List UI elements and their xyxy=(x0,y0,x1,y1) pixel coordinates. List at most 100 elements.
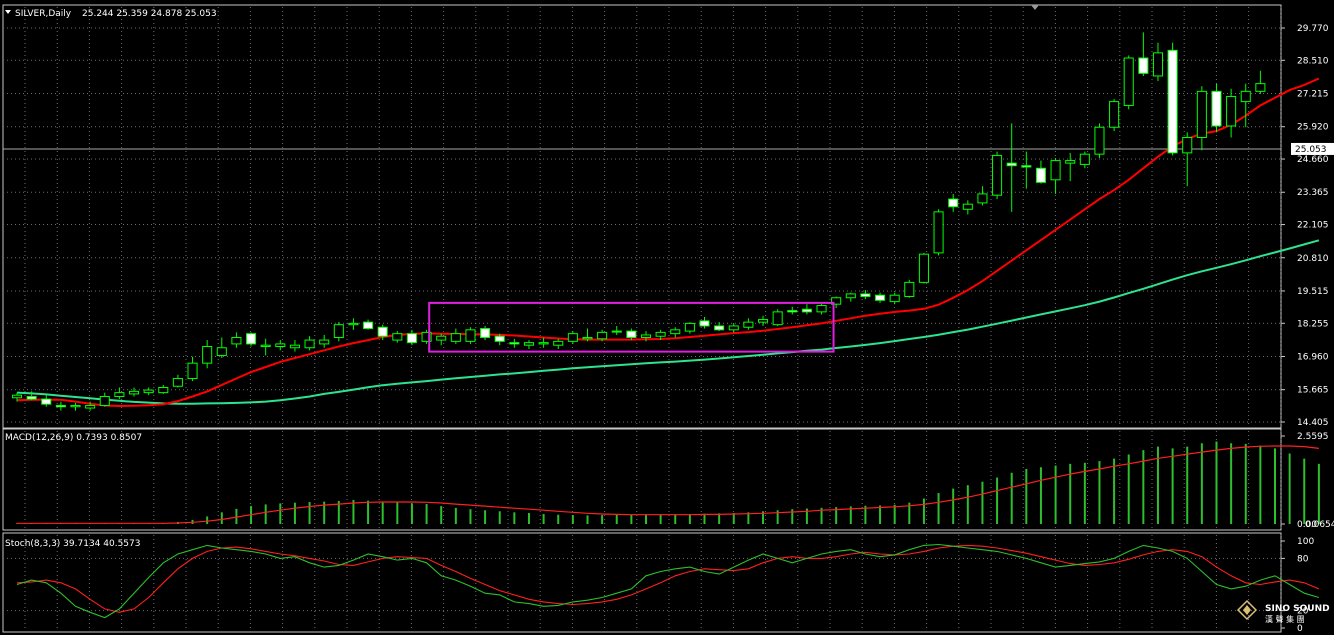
price-axis-label: 24.660 xyxy=(1297,155,1329,165)
candle xyxy=(275,343,286,347)
candle xyxy=(128,390,140,395)
candle xyxy=(377,326,388,337)
candle xyxy=(216,347,227,356)
candle xyxy=(787,310,798,313)
candle xyxy=(392,333,403,341)
candle xyxy=(889,294,900,303)
candle xyxy=(962,203,973,210)
candle xyxy=(977,193,988,204)
price-axis-label: 23.365 xyxy=(1297,188,1329,198)
price-axis-label: 28.510 xyxy=(1297,56,1329,66)
candle xyxy=(1065,160,1076,164)
candle xyxy=(1152,52,1164,77)
candle xyxy=(1196,90,1207,138)
price-axis-label: 19.515 xyxy=(1297,287,1329,297)
candle xyxy=(319,339,330,345)
candle xyxy=(655,331,666,337)
price-axis-label: 14.405 xyxy=(1297,418,1329,428)
candle xyxy=(860,293,871,297)
candle xyxy=(757,319,769,323)
candle xyxy=(684,322,695,332)
current-price-label: 25.053 xyxy=(1295,145,1327,155)
price-axis-label: 29.770 xyxy=(1297,24,1329,34)
candle xyxy=(611,330,622,333)
candle xyxy=(1138,57,1149,74)
price-axis-label: 22.105 xyxy=(1297,221,1329,231)
candle xyxy=(1167,49,1178,154)
candle xyxy=(406,333,417,344)
logo-chinese: 漢 聲 集 團 xyxy=(1265,614,1305,624)
candle xyxy=(85,404,96,409)
candle xyxy=(1006,162,1017,167)
candle xyxy=(114,392,125,397)
price-axis-label: 25.920 xyxy=(1297,123,1329,133)
candle xyxy=(363,321,374,330)
candle xyxy=(670,329,681,335)
macd-title: MACD(12,26,9) 0.7393 0.8507 xyxy=(5,433,142,443)
macd-axis-label: 2.5595 xyxy=(1297,432,1329,442)
candle xyxy=(450,333,461,342)
candle xyxy=(494,335,505,342)
candle xyxy=(743,321,754,328)
candle xyxy=(41,398,52,405)
candle xyxy=(333,324,344,339)
candle xyxy=(626,330,637,339)
candle xyxy=(26,395,37,400)
candle xyxy=(640,334,652,339)
candle xyxy=(875,294,886,301)
candle xyxy=(1094,126,1105,155)
candle xyxy=(1240,90,1251,103)
candle xyxy=(99,395,110,406)
candle xyxy=(1123,57,1134,106)
candle xyxy=(55,404,66,408)
logo-name: SINO SOUND xyxy=(1265,604,1330,614)
stoch-axis-label: 0 xyxy=(1297,624,1303,634)
candle xyxy=(260,344,271,347)
candle xyxy=(538,342,549,345)
candle xyxy=(231,337,242,345)
candle xyxy=(918,253,929,283)
candle xyxy=(172,378,183,387)
candle xyxy=(772,311,783,326)
candle xyxy=(1035,167,1046,183)
candle xyxy=(1021,165,1032,168)
candle xyxy=(523,342,535,346)
symbol-label: SILVER,Daily xyxy=(15,9,72,19)
candle xyxy=(143,389,154,394)
candle xyxy=(1050,160,1061,181)
candle xyxy=(1079,153,1090,165)
price-axis-label: 27.215 xyxy=(1297,90,1329,100)
candle xyxy=(348,322,359,326)
candle xyxy=(70,404,81,408)
candle xyxy=(1182,136,1193,154)
candle xyxy=(1211,90,1222,127)
candle xyxy=(304,339,315,349)
candle xyxy=(582,337,593,340)
stoch-axis-label: 80 xyxy=(1297,554,1309,564)
ohlc-readout: 25.244 25.359 24.878 25.053 xyxy=(82,9,217,19)
candle xyxy=(992,154,1003,196)
candle xyxy=(728,325,739,331)
stoch-axis-label: 100 xyxy=(1297,537,1314,547)
candle xyxy=(553,340,564,346)
macd-axis-label-extra: 0.0654 xyxy=(1305,520,1334,530)
candle xyxy=(11,394,23,399)
chart-root: 29.770 28.510 27.215 25.920 24.660 23.365 22.1… xyxy=(0,0,1334,635)
candle xyxy=(1255,83,1266,92)
candle xyxy=(1226,95,1237,127)
candle xyxy=(158,387,169,394)
candle xyxy=(801,308,812,313)
price-axis-label: 20.810 xyxy=(1297,254,1329,264)
candle xyxy=(246,333,257,345)
candle xyxy=(289,344,300,349)
candle xyxy=(567,333,578,342)
candle xyxy=(465,329,476,342)
candle xyxy=(933,211,944,254)
candle xyxy=(202,345,213,364)
candle xyxy=(904,281,915,297)
candle xyxy=(436,335,447,341)
price-axis-label: 16.960 xyxy=(1297,352,1329,362)
price-axis-label: 15.665 xyxy=(1297,386,1329,396)
candle xyxy=(699,320,710,327)
candle xyxy=(480,328,491,339)
